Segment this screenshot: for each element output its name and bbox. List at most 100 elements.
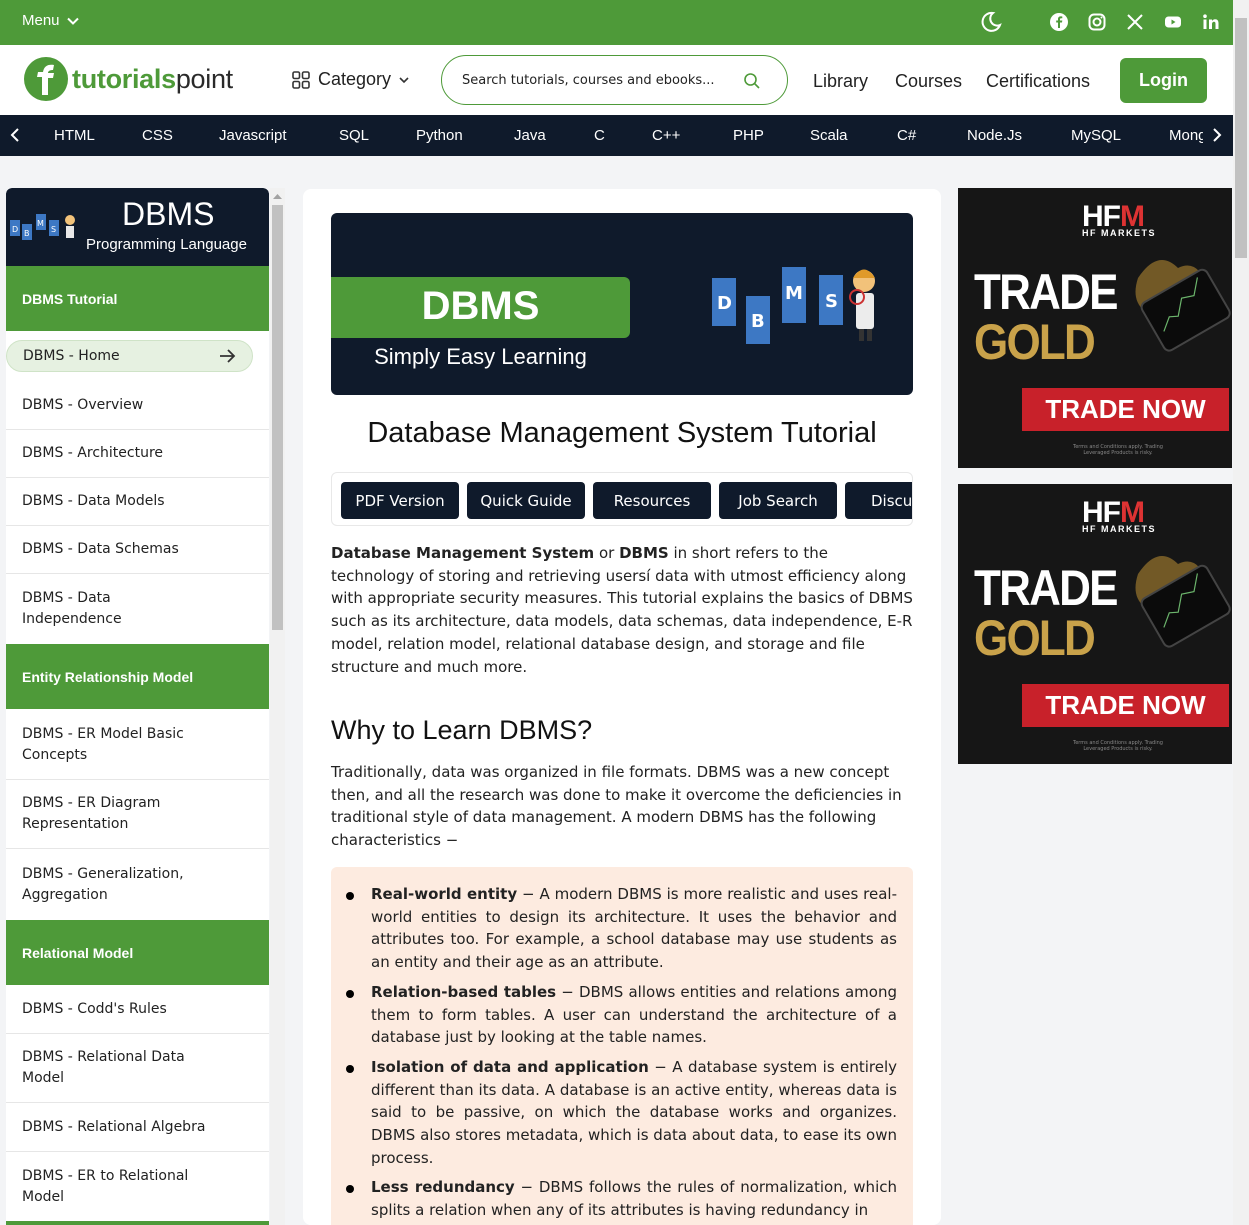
search-box — [441, 55, 788, 105]
list-item-term: Less redundancy — [371, 1178, 515, 1197]
lang-php[interactable]: PHP — [733, 127, 764, 144]
hfm-advertisement[interactable]: HFM HF MARKETS TRADE GOLD TRADE NOW Term… — [958, 484, 1232, 764]
nav-certifications[interactable]: Certifications — [986, 71, 1090, 92]
list-item-term: Relation-based tables — [371, 982, 557, 1001]
sidebar-item-data-independence[interactable]: DBMS - Data Independence — [6, 574, 191, 644]
svg-text:D: D — [12, 225, 18, 234]
sidebar-item-codds-rules[interactable]: DBMS - Codd's Rules — [6, 986, 269, 1034]
intro-paragraph: Database Management System or DBMS in sh… — [331, 542, 913, 678]
sidebar-item-label: DBMS - Relational Algebra — [22, 1118, 206, 1135]
lang-java[interactable]: Java — [514, 127, 546, 144]
ad-subtitle: HF MARKETS — [1082, 524, 1156, 534]
list-item-term: Real-world entity — [371, 885, 518, 903]
chevron-down-icon — [66, 17, 79, 25]
pdf-version-button[interactable]: PDF Version — [341, 482, 459, 519]
list-item-term: Isolation of data and application — [371, 1057, 649, 1076]
sidebar-item-relational-data-model[interactable]: DBMS - Relational Data Model — [6, 1034, 269, 1103]
discussion-button[interactable]: Discu — [845, 482, 912, 519]
lang-python[interactable]: Python — [416, 127, 463, 144]
characteristics-list: Real-world entity − A modern DBMS is mor… — [331, 867, 913, 1222]
tutorial-sidebar: D B M S DBMS Programming Language DBMS T… — [6, 188, 269, 1225]
ad-headline-gold: GOLD — [974, 610, 1096, 666]
svg-text:B: B — [24, 229, 30, 238]
nav-courses[interactable]: Courses — [895, 71, 962, 92]
hero-banner: DBMS Simply Easy Learning D B M S — [331, 213, 913, 395]
sidebar-item-relational-algebra[interactable]: DBMS - Relational Algebra — [6, 1103, 269, 1152]
lang-html[interactable]: HTML — [54, 127, 95, 144]
nav-library[interactable]: Library — [813, 71, 868, 92]
sidebar-scrollbar-thumb[interactable] — [272, 205, 283, 630]
sidebar-item-data-schemas[interactable]: DBMS - Data Schemas — [6, 526, 269, 574]
svg-text:M: M — [785, 283, 803, 304]
list-item: Less redundancy − DBMS follows the rules… — [346, 1176, 897, 1221]
hero-title: DBMS — [421, 284, 540, 328]
trade-now-button[interactable]: TRADE NOW — [1022, 684, 1229, 727]
chevron-left-icon[interactable] — [6, 126, 24, 144]
sidebar-item-label: DBMS - ER Model Basic Concepts — [22, 725, 184, 763]
logo-text-tutorials: tutorials — [72, 63, 176, 94]
sidebar-banner-subtitle: Programming Language — [86, 236, 247, 253]
scroll-up-arrow-icon[interactable] — [273, 193, 282, 199]
list-item: Relation-based tables − DBMS allows enti… — [346, 981, 897, 1049]
sidebar-banner-title: DBMS — [122, 196, 215, 232]
facebook-icon[interactable] — [1047, 10, 1071, 34]
tutorialspoint-logo[interactable]: tutorialspoint — [24, 57, 233, 101]
sidebar-item-label: DBMS - Data Schemas — [22, 541, 179, 557]
sidebar-item-generalization[interactable]: DBMS - Generalization, Aggregation — [6, 849, 269, 920]
sidebar-item-architecture[interactable]: DBMS - Architecture — [6, 430, 269, 478]
job-search-button[interactable]: Job Search — [719, 482, 837, 519]
sidebar-item-er-basic-concepts[interactable]: DBMS - ER Model Basic Concepts — [6, 710, 269, 780]
page-title: Database Management System Tutorial — [367, 417, 877, 449]
lang-mysql[interactable]: MySQL — [1071, 127, 1121, 144]
dark-mode-moon-icon[interactable] — [979, 10, 1003, 34]
chevron-down-icon — [399, 76, 409, 83]
lang-scala[interactable]: Scala — [810, 127, 848, 144]
sidebar-section-er-model[interactable]: Entity Relationship Model — [6, 644, 269, 710]
sidebar-item-overview[interactable]: DBMS - Overview — [6, 382, 269, 430]
sidebar-section-dbms-tutorial[interactable]: DBMS Tutorial — [6, 266, 269, 332]
svg-text:B: B — [751, 311, 765, 332]
sidebar-item-label: DBMS - Data Models — [22, 493, 165, 509]
lang-mongodb[interactable]: Mong — [1169, 127, 1203, 144]
sidebar-item-label: DBMS - Home — [23, 347, 120, 364]
lang-c[interactable]: C — [594, 127, 605, 144]
gold-tablet-icon — [1135, 260, 1231, 352]
sidebar-item-er-to-relational[interactable]: DBMS - ER to Relational Model — [6, 1152, 269, 1221]
quick-guide-button[interactable]: Quick Guide — [467, 482, 585, 519]
lang-sql[interactable]: SQL — [339, 127, 369, 144]
sidebar-item-home[interactable]: DBMS - Home — [6, 340, 253, 372]
search-icon[interactable] — [743, 72, 761, 90]
sidebar-section-relational-model[interactable]: Relational Model — [6, 920, 269, 986]
login-button[interactable]: Login — [1120, 58, 1207, 103]
chevron-right-icon[interactable] — [1208, 126, 1226, 144]
lang-nodejs[interactable]: Node.Js — [967, 127, 1022, 144]
resources-button[interactable]: Resources — [593, 482, 711, 519]
x-icon[interactable] — [1123, 10, 1147, 34]
sidebar-item-er-diagram[interactable]: DBMS - ER Diagram Representation — [6, 780, 269, 849]
sidebar-item-label: DBMS - Overview — [22, 397, 144, 413]
ad-subtitle: HF MARKETS — [1082, 228, 1156, 238]
search-input[interactable] — [462, 72, 732, 88]
sidebar-item-data-models[interactable]: DBMS - Data Models — [6, 478, 269, 526]
svg-text:S: S — [825, 291, 838, 312]
ad-fine-print: Terms and Conditions apply. Trading Leve… — [1073, 740, 1163, 752]
menu-button[interactable]: Menu — [22, 12, 80, 29]
youtube-icon[interactable] — [1161, 10, 1185, 34]
grid-icon — [292, 70, 310, 89]
dbms-books-icon: D B M S — [10, 214, 75, 240]
trade-now-button[interactable]: TRADE NOW — [1022, 388, 1229, 431]
page-scrollbar-thumb[interactable] — [1235, 18, 1247, 258]
lang-javascript[interactable]: Javascript — [219, 127, 287, 144]
category-dropdown[interactable]: Category — [291, 69, 410, 90]
lang-css[interactable]: CSS — [142, 127, 173, 144]
hfm-advertisement[interactable]: HFM HF MARKETS TRADE GOLD TRADE NOW Term… — [958, 188, 1232, 468]
top-bar: Menu — [0, 0, 1233, 45]
lang-cpp[interactable]: C++ — [652, 127, 680, 144]
lang-csharp[interactable]: C# — [897, 127, 916, 144]
linkedin-icon[interactable] — [1199, 10, 1223, 34]
sidebar-item-label: DBMS - ER to Relational Model — [22, 1167, 189, 1205]
intro-term-dbms-full: Database Management System — [331, 544, 595, 562]
instagram-icon[interactable] — [1085, 10, 1109, 34]
sidebar-item-label: DBMS - Data Independence — [22, 590, 122, 627]
ad-headline-gold: GOLD — [974, 314, 1096, 370]
